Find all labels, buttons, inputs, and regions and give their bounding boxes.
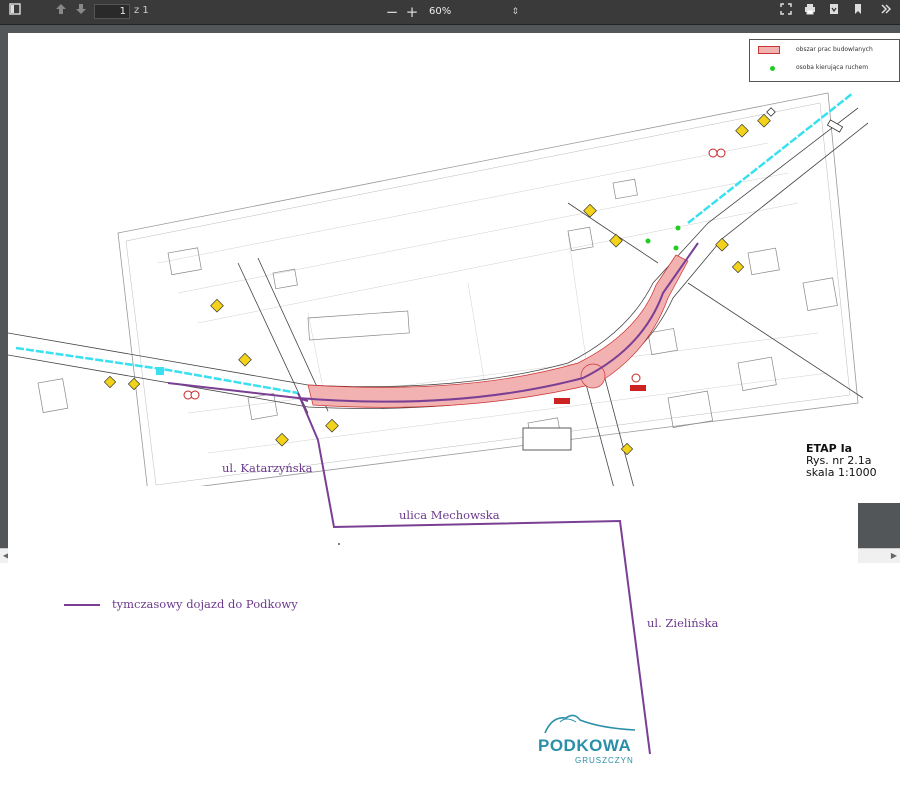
street-label-katarzynska: ul. Katarzyńska (222, 461, 313, 475)
route-legend-line (64, 604, 100, 606)
podkowa-logo-text: PODKOWA (538, 736, 632, 755)
street-label-zielinska: ul. Zielińska (647, 616, 719, 630)
podkowa-logo-subtext: GRUSZCZYN (575, 756, 634, 765)
street-label-mechowska: ulica Mechowska (399, 508, 500, 522)
route-legend-label: tymczasowy dojazd do Podkowy (112, 597, 298, 611)
temporary-route-overlay (297, 392, 651, 755)
